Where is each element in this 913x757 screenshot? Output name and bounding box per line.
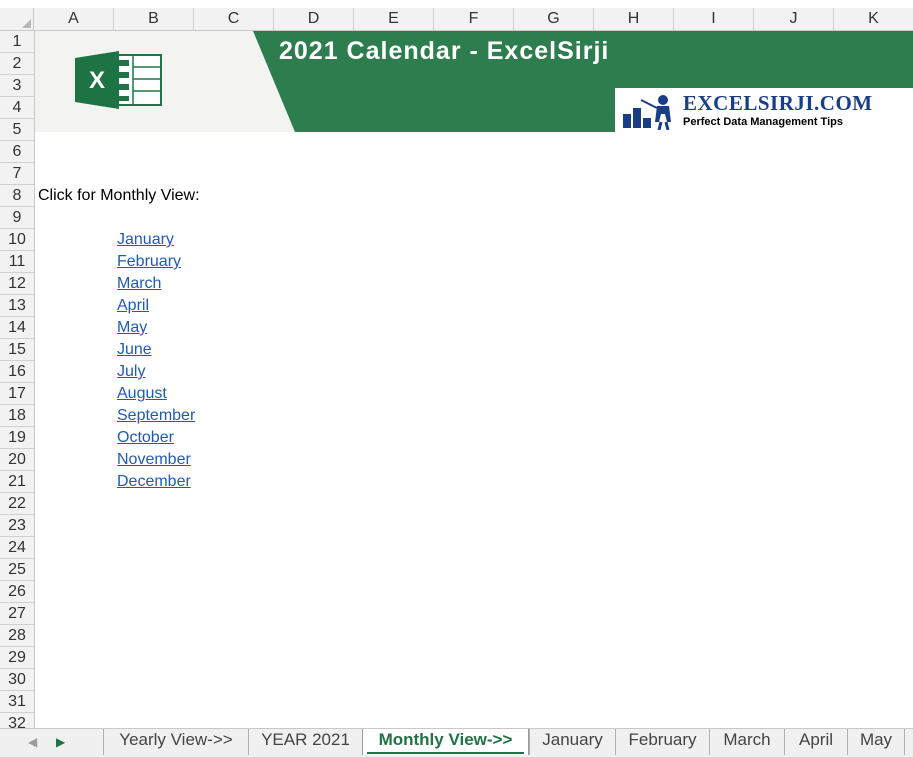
month-link-september[interactable]: September bbox=[117, 405, 195, 427]
row-header-16[interactable]: 16 bbox=[0, 361, 34, 383]
row-header-7[interactable]: 7 bbox=[0, 163, 34, 185]
month-link-august[interactable]: August bbox=[117, 383, 167, 405]
column-header-c[interactable]: C bbox=[194, 8, 274, 30]
row-header-31[interactable]: 31 bbox=[0, 691, 34, 713]
column-header-b[interactable]: B bbox=[114, 8, 194, 30]
tab-may[interactable]: May bbox=[847, 729, 905, 755]
column-header-j[interactable]: J bbox=[754, 8, 834, 30]
row-header-24[interactable]: 24 bbox=[0, 537, 34, 559]
excel-logo-icon: X bbox=[75, 51, 162, 109]
row-header-20[interactable]: 20 bbox=[0, 449, 34, 471]
row-header-9[interactable]: 9 bbox=[0, 207, 34, 229]
row-header-10[interactable]: 10 bbox=[0, 229, 34, 251]
month-link-june[interactable]: June bbox=[117, 339, 152, 361]
tab-april[interactable]: April bbox=[784, 729, 847, 755]
logo-site-name: EXCELSIRJI.COM bbox=[683, 91, 873, 115]
row-header-29[interactable]: 29 bbox=[0, 647, 34, 669]
row-header-8[interactable]: 8 bbox=[0, 185, 34, 207]
presenter-chart-icon bbox=[623, 95, 671, 130]
row-header-4[interactable]: 4 bbox=[0, 97, 34, 119]
row-header-28[interactable]: 28 bbox=[0, 625, 34, 647]
calendar-banner: 2021 Calendar - ExcelSirji X EXCELSIRJI.… bbox=[35, 31, 913, 132]
row-header-17[interactable]: 17 bbox=[0, 383, 34, 405]
row-header-5[interactable]: 5 bbox=[0, 119, 34, 141]
month-link-may[interactable]: May bbox=[117, 317, 147, 339]
excel-logo-letter: X bbox=[89, 67, 105, 94]
row-header-30[interactable]: 30 bbox=[0, 669, 34, 691]
column-header: A B C D E F G H I J K bbox=[0, 8, 913, 31]
column-header-g[interactable]: G bbox=[514, 8, 594, 30]
row-header: 1 2 3 4 5 6 7 8 9 10 11 12 13 14 15 16 17 18 19 20 21 22 23 24 2… bbox=[0, 31, 35, 728]
row-header-25[interactable]: 25 bbox=[0, 559, 34, 581]
row-header-23[interactable]: 23 bbox=[0, 515, 34, 537]
column-header-a[interactable]: A bbox=[34, 8, 114, 30]
tab-march[interactable]: March bbox=[709, 729, 784, 755]
row-header-11[interactable]: 11 bbox=[0, 251, 34, 273]
excelsirji-logo: EXCELSIRJI.COM Perfect Data Management T… bbox=[615, 88, 913, 132]
row-header-3[interactable]: 3 bbox=[0, 75, 34, 97]
month-link-march[interactable]: March bbox=[117, 273, 161, 295]
month-link-january[interactable]: January bbox=[117, 229, 174, 251]
month-link-july[interactable]: July bbox=[117, 361, 145, 383]
tab-year-2021[interactable]: YEAR 2021 bbox=[248, 729, 362, 755]
tab-yearly-view[interactable]: Yearly View->> bbox=[103, 729, 248, 755]
tab-january[interactable]: January bbox=[529, 729, 615, 755]
month-link-december[interactable]: December bbox=[117, 471, 191, 493]
row-header-21[interactable]: 21 bbox=[0, 471, 34, 493]
select-all-button[interactable] bbox=[0, 8, 34, 30]
tab-monthly-view[interactable]: Monthly View->> bbox=[362, 729, 529, 755]
row-header-22[interactable]: 22 bbox=[0, 493, 34, 515]
month-link-november[interactable]: November bbox=[117, 449, 191, 471]
row-header-2[interactable]: 2 bbox=[0, 53, 34, 75]
month-link-february[interactable]: February bbox=[117, 251, 181, 273]
row-header-18[interactable]: 18 bbox=[0, 405, 34, 427]
column-header-h[interactable]: H bbox=[594, 8, 674, 30]
monthly-view-label: Click for Monthly View: bbox=[38, 187, 200, 204]
month-link-april[interactable]: April bbox=[117, 295, 149, 317]
tab-february[interactable]: February bbox=[615, 729, 709, 755]
row-header-27[interactable]: 27 bbox=[0, 603, 34, 625]
row-header-14[interactable]: 14 bbox=[0, 317, 34, 339]
logo-tagline: Perfect Data Management Tips bbox=[683, 116, 843, 128]
sheet-tab-bar: ◀ ▶ Yearly View->> YEAR 2021 Monthly Vie… bbox=[0, 728, 913, 757]
row-header-1[interactable]: 1 bbox=[0, 31, 34, 53]
tab-scroll-prev-icon[interactable]: ◀ bbox=[28, 735, 37, 749]
row-header-32[interactable]: 32 bbox=[0, 713, 34, 728]
row-header-15[interactable]: 15 bbox=[0, 339, 34, 361]
column-header-d[interactable]: D bbox=[274, 8, 354, 30]
month-link-october[interactable]: October bbox=[117, 427, 174, 449]
column-header-i[interactable]: I bbox=[674, 8, 754, 30]
column-header-e[interactable]: E bbox=[354, 8, 434, 30]
row-header-6[interactable]: 6 bbox=[0, 141, 34, 163]
column-header-k[interactable]: K bbox=[834, 8, 913, 30]
banner-title: 2021 Calendar - ExcelSirji bbox=[279, 37, 610, 65]
row-header-13[interactable]: 13 bbox=[0, 295, 34, 317]
tab-scroll-next-icon[interactable]: ▶ bbox=[56, 735, 65, 749]
row-header-26[interactable]: 26 bbox=[0, 581, 34, 603]
column-header-f[interactable]: F bbox=[434, 8, 514, 30]
row-header-19[interactable]: 19 bbox=[0, 427, 34, 449]
row-header-12[interactable]: 12 bbox=[0, 273, 34, 295]
